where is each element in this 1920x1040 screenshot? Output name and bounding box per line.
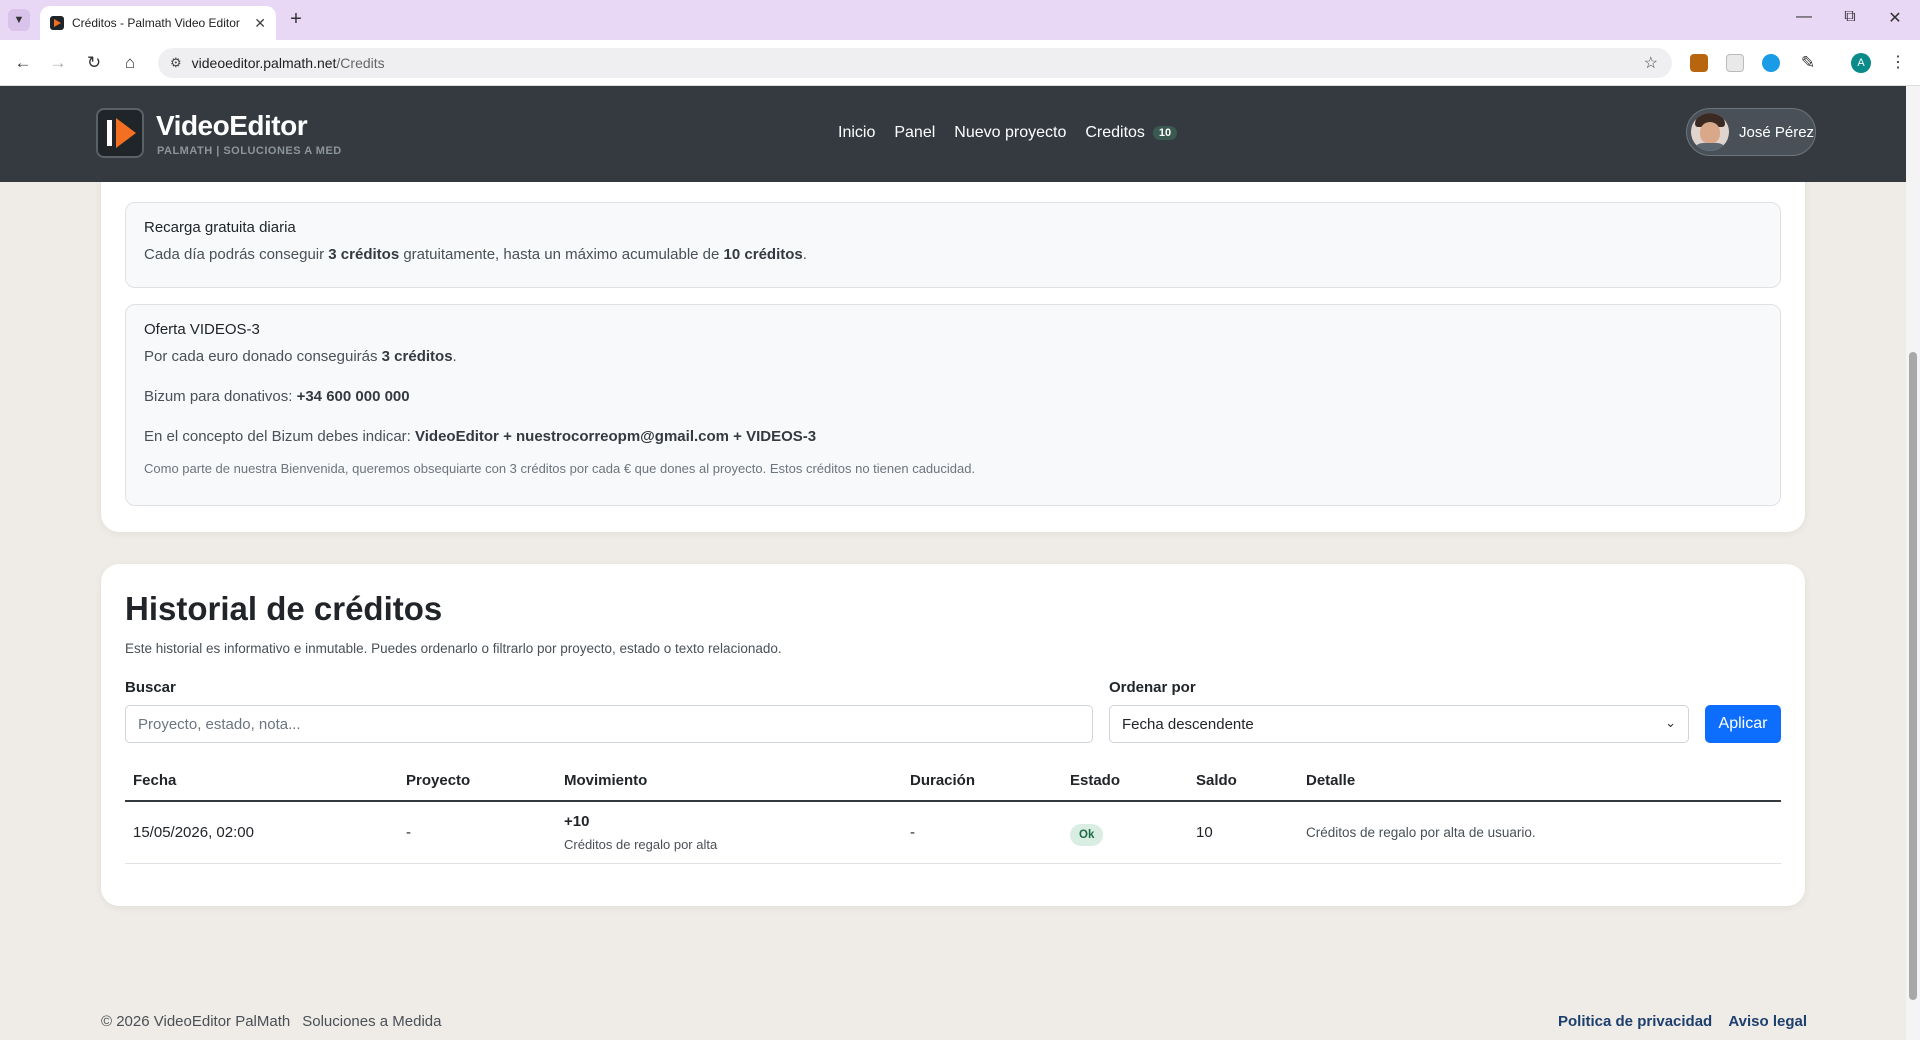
history-subtitle: Este historial es informativo e inmutabl… [125,641,782,656]
col-saldo[interactable]: Saldo [1196,772,1237,789]
app-header: VideoEditor PALMATH | SOLUCIONES A MED I… [0,86,1906,182]
nav-creditos[interactable]: Creditos 10 [1085,124,1178,142]
tab-title: Créditos - Palmath Video Editor [72,16,240,30]
legal-notice-link[interactable]: Aviso legal [1728,1013,1807,1030]
daily-max-credits: 10 créditos [723,246,803,263]
col-proyecto[interactable]: Proyecto [406,772,470,789]
status-badge: Ok [1070,824,1104,846]
table-header: Fecha Proyecto Movimiento Duración Estad… [125,762,1781,802]
forward-icon[interactable]: → [46,51,70,75]
row-detalle: Créditos de regalo por alta de usuario. [1306,825,1536,840]
order-label: Ordenar por [1109,679,1196,696]
row-movimiento-detail: Créditos de regalo por alta [564,837,718,852]
offers-card: Recarga gratuita diaria Cada día podrás … [101,150,1805,532]
back-icon[interactable]: ← [11,51,35,75]
close-window-icon[interactable]: ✕ [1883,8,1907,28]
extension-icon[interactable] [1690,54,1708,72]
daily-credits-amount: 3 créditos [328,246,400,263]
credit-history-card: Historial de créditos Este historial es … [101,564,1805,906]
tab-list-chevron-icon[interactable]: ▼ [8,9,30,31]
nav-inicio[interactable]: Inicio [838,124,875,142]
row-saldo: 10 [1196,824,1213,841]
nav-panel[interactable]: Panel [894,124,935,142]
table-row: 15/05/2026, 02:00 - +10 Créditos de rega… [125,802,1781,864]
profile-avatar[interactable]: A [1851,53,1871,73]
extensions-puzzle-icon[interactable]: ✎ [1796,51,1820,75]
url-host: videoeditor.palmath.net [191,55,337,71]
concept-label: En el concepto del Bizum debes indicar: [144,428,415,445]
minimize-icon[interactable]: — [1792,8,1816,26]
scrollbar-thumb[interactable] [1909,352,1917,1000]
brand-name[interactable]: VideoEditor [156,110,308,142]
new-tab-icon[interactable]: + [284,8,308,32]
bizum-label: Bizum para donativos: [144,388,297,405]
videos3-offer-title: Oferta VIDEOS-3 [144,321,260,338]
user-name: José Pérez [1739,123,1815,141]
footer-tagline: Soluciones a Medida [302,1013,442,1030]
order-selected-value: Fecha descendente [1122,715,1254,733]
col-estado[interactable]: Estado [1070,772,1120,789]
welcome-note: Como parte de nuestra Bienvenida, querem… [144,461,976,476]
videos3-text-part: . [452,348,457,365]
videoeditor-logo-icon[interactable] [96,108,144,158]
url-path: /Credits [336,55,385,71]
nav-nuevo-proyecto[interactable]: Nuevo proyecto [954,124,1066,142]
nav-creditos-label: Creditos [1085,124,1145,141]
videos3-credits-amount: 3 créditos [381,348,453,365]
user-avatar [1691,113,1729,151]
col-detalle[interactable]: Detalle [1306,772,1355,789]
row-movimiento: +10 [564,813,590,830]
history-title: Historial de créditos [125,590,443,627]
page-scrollbar[interactable] [1906,86,1920,1040]
row-fecha: 15/05/2026, 02:00 [133,824,254,841]
daily-text-part: . [802,246,807,263]
restore-icon[interactable]: ⧉ [1838,8,1862,26]
daily-text-part: gratuitamente, hasta un máximo acumulabl… [399,246,724,263]
daily-recharge-title: Recarga gratuita diaria [144,219,296,236]
concept-value: VideoEditor + nuestrocorreopm@gmail.com … [415,428,817,445]
browser-tab-bar: ▼ Créditos - Palmath Video Editor ✕ + — … [0,0,1920,40]
daily-recharge-text: Cada día podrás conseguir 3 créditos gra… [144,244,1762,266]
search-label: Buscar [125,679,176,696]
brand-tagline: PALMATH | SOLUCIONES A MED [157,145,342,157]
bookmark-star-icon[interactable]: ☆ [1644,53,1658,73]
row-duracion: - [910,824,915,841]
copyright-text: © 2026 VideoEditor PalMath [101,1013,291,1030]
footer-copyright: © 2026 VideoEditor PalMath Soluciones a M… [101,1013,442,1030]
extension-icon[interactable] [1726,54,1744,72]
bizum-phone: +34 600 000 000 [296,388,410,405]
site-favicon-icon [50,16,64,30]
col-fecha[interactable]: Fecha [133,772,176,789]
main-nav: Inicio Panel Nuevo proyecto Creditos 10 [838,124,1196,142]
user-menu[interactable]: José Pérez [1686,108,1816,156]
videos3-rate-text: Por cada euro donado conseguirás 3 crédi… [144,346,1762,368]
chevron-down-icon: ⌄ [1665,715,1676,730]
search-input[interactable] [125,705,1093,743]
daily-text-part: Cada día podrás conseguir [144,246,329,263]
order-select[interactable]: Fecha descendente ⌄ [1109,705,1689,743]
row-proyecto: - [406,824,411,841]
address-bar[interactable]: ⚙ videoeditor.palmath.net/Credits ☆ [158,48,1672,78]
videos3-text-part: Por cada euro donado conseguirás [144,348,382,365]
site-info-icon[interactable]: ⚙ [170,55,182,71]
reload-icon[interactable]: ↻ [82,51,106,75]
home-icon[interactable]: ⌂ [118,51,142,75]
bizum-phone-text: Bizum para donativos: +34 600 000 000 [144,386,1762,408]
history-table: Fecha Proyecto Movimiento Duración Estad… [125,762,1781,864]
browser-tab[interactable]: Créditos - Palmath Video Editor ✕ [40,6,276,40]
col-movimiento[interactable]: Movimiento [564,772,647,789]
browser-toolbar: ← → ↻ ⌂ ⚙ videoeditor.palmath.net/Credit… [0,40,1920,86]
daily-recharge-box: Recarga gratuita diaria Cada día podrás … [125,202,1781,288]
browser-menu-icon[interactable]: ⋮ [1890,52,1906,72]
col-duracion[interactable]: Duración [910,772,975,789]
bizum-concept-text: En el concepto del Bizum debes indicar: … [144,426,1762,448]
footer-links: Politica de privacidad Aviso legal [1546,1013,1807,1030]
apply-button[interactable]: Aplicar [1705,705,1781,743]
videos3-offer-box: Oferta VIDEOS-3 Por cada euro donado con… [125,304,1781,506]
tab-close-icon[interactable]: ✕ [254,15,266,32]
credits-count-badge: 10 [1152,125,1178,140]
privacy-policy-link[interactable]: Politica de privacidad [1558,1013,1712,1030]
download-icon[interactable] [1762,54,1780,72]
